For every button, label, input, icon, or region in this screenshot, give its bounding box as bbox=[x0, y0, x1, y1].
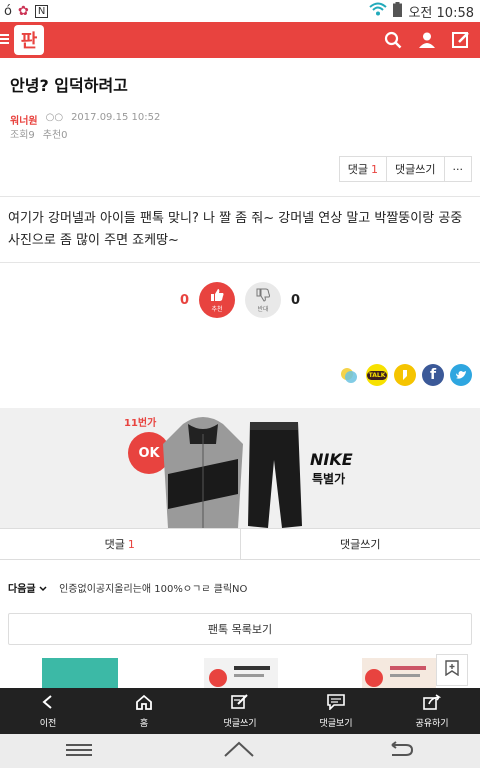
nav-home-label: 홈 bbox=[139, 718, 149, 729]
view-count: 조회9 bbox=[10, 130, 35, 141]
thumbs-up-icon bbox=[210, 288, 224, 304]
post-title: 안녕? 입덕하려고 bbox=[10, 76, 128, 95]
status-icon-1: ó bbox=[4, 3, 12, 19]
post-date: 2017.09.15 10:52 bbox=[71, 112, 161, 123]
comments-tab-count: 1 bbox=[127, 537, 135, 551]
nav-back[interactable]: 이전 bbox=[0, 688, 96, 734]
comments-button[interactable]: 댓글 1 bbox=[338, 156, 388, 182]
view-comments-icon bbox=[327, 693, 345, 713]
compose-icon[interactable] bbox=[452, 31, 470, 49]
downvote-count: 0 bbox=[291, 292, 301, 308]
battery-icon bbox=[393, 1, 403, 21]
post-stats: 조회9 추천0 bbox=[10, 126, 68, 141]
system-home-icon[interactable] bbox=[224, 741, 254, 761]
ad-brand: NIKE bbox=[310, 450, 353, 469]
ad-brand-sub: 특별가 bbox=[312, 472, 346, 486]
nav-write-comment-label: 댓글쓰기 bbox=[223, 718, 257, 729]
status-icon-3: N bbox=[34, 4, 49, 18]
next-post[interactable]: 다음글 인증없이공지올리는애 100%ㅇㄱㄹ 클릭NO bbox=[8, 580, 247, 595]
divider bbox=[0, 262, 480, 263]
write-comment-button[interactable]: 댓글쓰기 bbox=[387, 156, 445, 182]
nav-home[interactable]: 홈 bbox=[96, 688, 192, 734]
kakaotalk-label: TALK bbox=[366, 370, 388, 380]
home-icon bbox=[135, 694, 153, 713]
pann-logo[interactable]: 판 bbox=[14, 25, 44, 55]
ad-pants-image bbox=[246, 420, 302, 528]
next-post-title[interactable]: 인증없이공지올리는애 100%ㅇㄱㄹ 클릭NO bbox=[59, 580, 247, 595]
divider bbox=[0, 196, 480, 197]
kakaostory-icon[interactable] bbox=[338, 364, 360, 386]
status-icon-2: ✿ bbox=[17, 3, 29, 19]
app-header: 판 bbox=[0, 22, 480, 58]
nav-share[interactable]: 공유하기 bbox=[384, 688, 480, 734]
facebook-icon[interactable]: f bbox=[422, 364, 444, 386]
twitter-icon[interactable] bbox=[450, 364, 472, 386]
ad-thumb-3[interactable] bbox=[362, 658, 436, 688]
ad-hoodie-image bbox=[158, 414, 248, 528]
status-bar: ó ✿ N 오전 10:58 bbox=[0, 0, 480, 22]
share-buttons: TALK f bbox=[338, 364, 472, 386]
thumbs-down-icon bbox=[256, 288, 270, 304]
bottom-nav: 이전 홈 댓글쓰기 댓글보기 공유하기 bbox=[0, 688, 480, 734]
kakaostory-alt-icon[interactable] bbox=[394, 364, 416, 386]
comments-count: 1 bbox=[371, 162, 379, 176]
vote-section: 0 추천 반대 0 bbox=[0, 282, 480, 318]
back-to-list-button[interactable]: 팬톡 목록보기 bbox=[8, 613, 472, 645]
add-bookmark-icon bbox=[445, 660, 459, 680]
downvote-label: 반대 bbox=[257, 305, 269, 313]
system-back-icon[interactable] bbox=[386, 741, 414, 761]
upvote-count: 0 bbox=[179, 292, 189, 308]
nav-back-label: 이전 bbox=[39, 718, 57, 729]
status-time: 오전 10:58 bbox=[408, 5, 474, 21]
floating-add-button[interactable] bbox=[436, 654, 468, 686]
post-meta: 워너원 ○○ 2017.09.15 10:52 bbox=[10, 112, 160, 127]
next-post-label: 다음글 bbox=[8, 580, 47, 595]
system-nav-bar bbox=[0, 734, 480, 768]
back-icon bbox=[40, 694, 56, 713]
user-icon[interactable] bbox=[418, 31, 436, 49]
ad-thumb-1[interactable] bbox=[42, 658, 118, 688]
post-body: 여기가 강머넬과 아이들 팬톡 맞니? 나 짤 좀 줘~ 강머넬 연상 말고 박… bbox=[8, 211, 463, 248]
comments-tab-label: 댓글 bbox=[104, 538, 125, 551]
search-icon[interactable] bbox=[384, 31, 402, 49]
downvote-button[interactable]: 반대 bbox=[245, 282, 281, 318]
kakaotalk-icon[interactable]: TALK bbox=[366, 364, 388, 386]
nav-view-comments[interactable]: 댓글보기 bbox=[288, 688, 384, 734]
nav-share-label: 공유하기 bbox=[415, 718, 449, 729]
comment-bar: 댓글 1 댓글쓰기 bbox=[0, 528, 480, 560]
chevron-down-icon bbox=[39, 584, 47, 595]
wifi-icon bbox=[369, 2, 388, 20]
write-comment-tab[interactable]: 댓글쓰기 bbox=[239, 529, 480, 559]
author-level: ○○ bbox=[45, 112, 64, 123]
ad-badge: 11번가 bbox=[124, 418, 157, 429]
nav-view-comments-label: 댓글보기 bbox=[319, 718, 353, 729]
nav-write-comment[interactable]: 댓글쓰기 bbox=[192, 688, 288, 734]
comment-tools: 댓글 1 댓글쓰기 ··· bbox=[338, 156, 472, 182]
upvote-label: 추천 bbox=[211, 305, 223, 313]
view-comments-tab[interactable]: 댓글 1 bbox=[0, 529, 240, 559]
upvote-button[interactable]: 추천 bbox=[199, 282, 235, 318]
share-icon bbox=[423, 693, 442, 713]
ad-thumb-2[interactable] bbox=[204, 658, 278, 688]
recommend-count: 추천0 bbox=[42, 130, 68, 141]
write-comment-icon bbox=[231, 693, 249, 713]
post-author[interactable]: 워너원 bbox=[10, 112, 38, 127]
comments-label: 댓글 bbox=[347, 163, 369, 176]
recent-apps-icon[interactable] bbox=[66, 742, 92, 761]
more-button[interactable]: ··· bbox=[444, 156, 472, 182]
menu-icon[interactable] bbox=[0, 31, 10, 50]
